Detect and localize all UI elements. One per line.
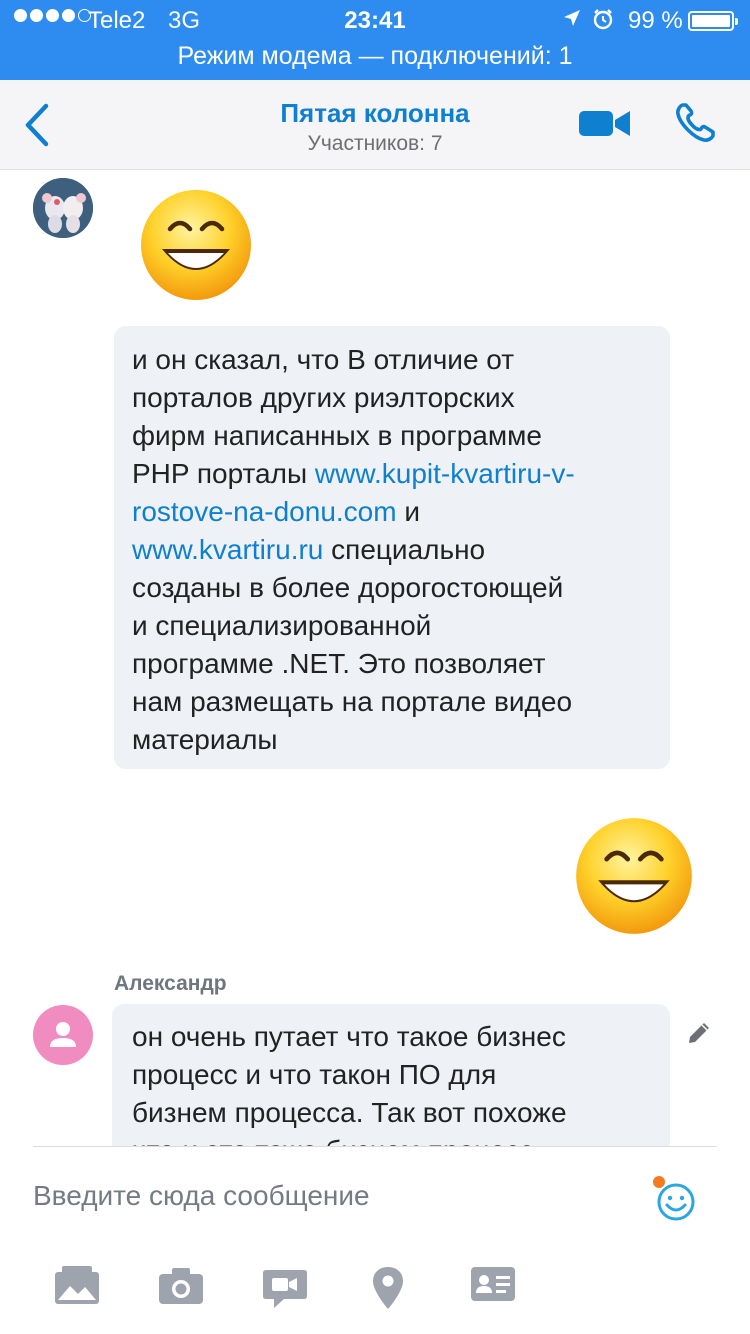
message-bubble[interactable]: и он сказал, что В отличие от порталов др… <box>114 326 670 769</box>
message-input[interactable]: Введите сюда сообщение <box>33 1180 370 1212</box>
message-text: фирм написанных в программе <box>132 420 542 451</box>
message-line: он очень путает что такое бизнес <box>132 1021 566 1052</box>
battery-icon <box>688 11 738 31</box>
attachment-toolbar <box>0 1266 750 1316</box>
camera-icon[interactable] <box>158 1266 204 1311</box>
video-message-icon[interactable] <box>262 1266 308 1315</box>
message-line: программе .NET. Это позволяет <box>132 645 652 683</box>
message-text: нам размещать на портале видео <box>132 686 573 717</box>
battery-percent: 99 % <box>628 7 683 34</box>
message-link[interactable]: www.kupit-kvartiru-v- <box>315 458 575 489</box>
alarm-clock-icon <box>592 8 614 36</box>
contact-card-icon[interactable] <box>470 1266 516 1307</box>
pencil-icon <box>689 1023 709 1043</box>
sender-name: Александр <box>114 972 227 995</box>
sender-avatar[interactable] <box>33 1005 93 1065</box>
message-line: бизнем процесса. Так вот похоже <box>132 1097 567 1128</box>
video-camera-icon <box>579 111 630 136</box>
message-line: rostove-na-donu.com и <box>132 493 652 531</box>
hotspot-banner[interactable]: Режим модема — подключений: 1 <box>0 42 750 71</box>
message-line: и специализированной <box>132 607 652 645</box>
message-link[interactable]: rostove-na-donu.com <box>132 496 397 527</box>
message-text: программе .NET. Это позволяет <box>132 648 546 679</box>
message-line: www.kvartiru.ru специально <box>132 531 652 569</box>
sender-avatar[interactable] <box>33 178 93 238</box>
message-text: созданы в более дорогостоющей <box>132 572 564 603</box>
voice-call-button[interactable] <box>674 102 716 149</box>
message-text: и специализированной <box>132 610 432 641</box>
emoji-picker-button[interactable] <box>652 1174 696 1222</box>
chat-header: Пятая колонна Участников: 7 <box>0 80 750 170</box>
location-icon[interactable] <box>372 1266 404 1315</box>
status-bar: Tele2 3G 23:41 99 % Режим модема — подкл… <box>0 0 750 80</box>
message-text: порталов других риэлторских <box>132 382 515 413</box>
message-line: и он сказал, что В отличие от <box>132 341 652 379</box>
message-text: специально <box>323 534 486 565</box>
video-call-button[interactable] <box>578 107 632 144</box>
message-bubble[interactable]: он очень путает что такое бизнес процесс … <box>112 1004 670 1154</box>
phone-icon <box>676 103 715 142</box>
message-line: созданы в более дорогостоющей <box>132 569 652 607</box>
message-line: материалы <box>132 721 652 759</box>
avatar-image <box>33 178 93 238</box>
message-text: и он сказал, что В отличие от <box>132 344 515 375</box>
laughing-emoji-icon <box>573 815 695 942</box>
message-text: и <box>396 496 420 527</box>
composer: Введите сюда сообщение <box>0 1146 750 1334</box>
divider <box>33 1146 717 1147</box>
message-line: PHP порталы www.kupit-kvartiru-v- <box>132 455 652 493</box>
message-link[interactable]: www.kvartiru.ru <box>132 534 323 565</box>
person-icon <box>50 1022 76 1047</box>
message-text: PHP порталы <box>132 458 315 489</box>
chat-title[interactable]: Пятая колонна <box>0 98 750 129</box>
laughing-emoji-icon <box>138 187 254 308</box>
message-line: нам размещать на портале видео <box>132 683 652 721</box>
message-text: материалы <box>132 724 278 755</box>
location-arrow-icon <box>563 9 581 33</box>
message-line: порталов других риэлторских <box>132 379 652 417</box>
message-line: процесс и что такон ПО для <box>132 1059 497 1090</box>
image-icon[interactable] <box>54 1266 100 1311</box>
message-line: фирм написанных в программе <box>132 417 652 455</box>
participants-count: Участников: 7 <box>307 132 443 155</box>
smiley-icon <box>653 1176 695 1221</box>
edit-message-button[interactable] <box>686 1020 712 1051</box>
